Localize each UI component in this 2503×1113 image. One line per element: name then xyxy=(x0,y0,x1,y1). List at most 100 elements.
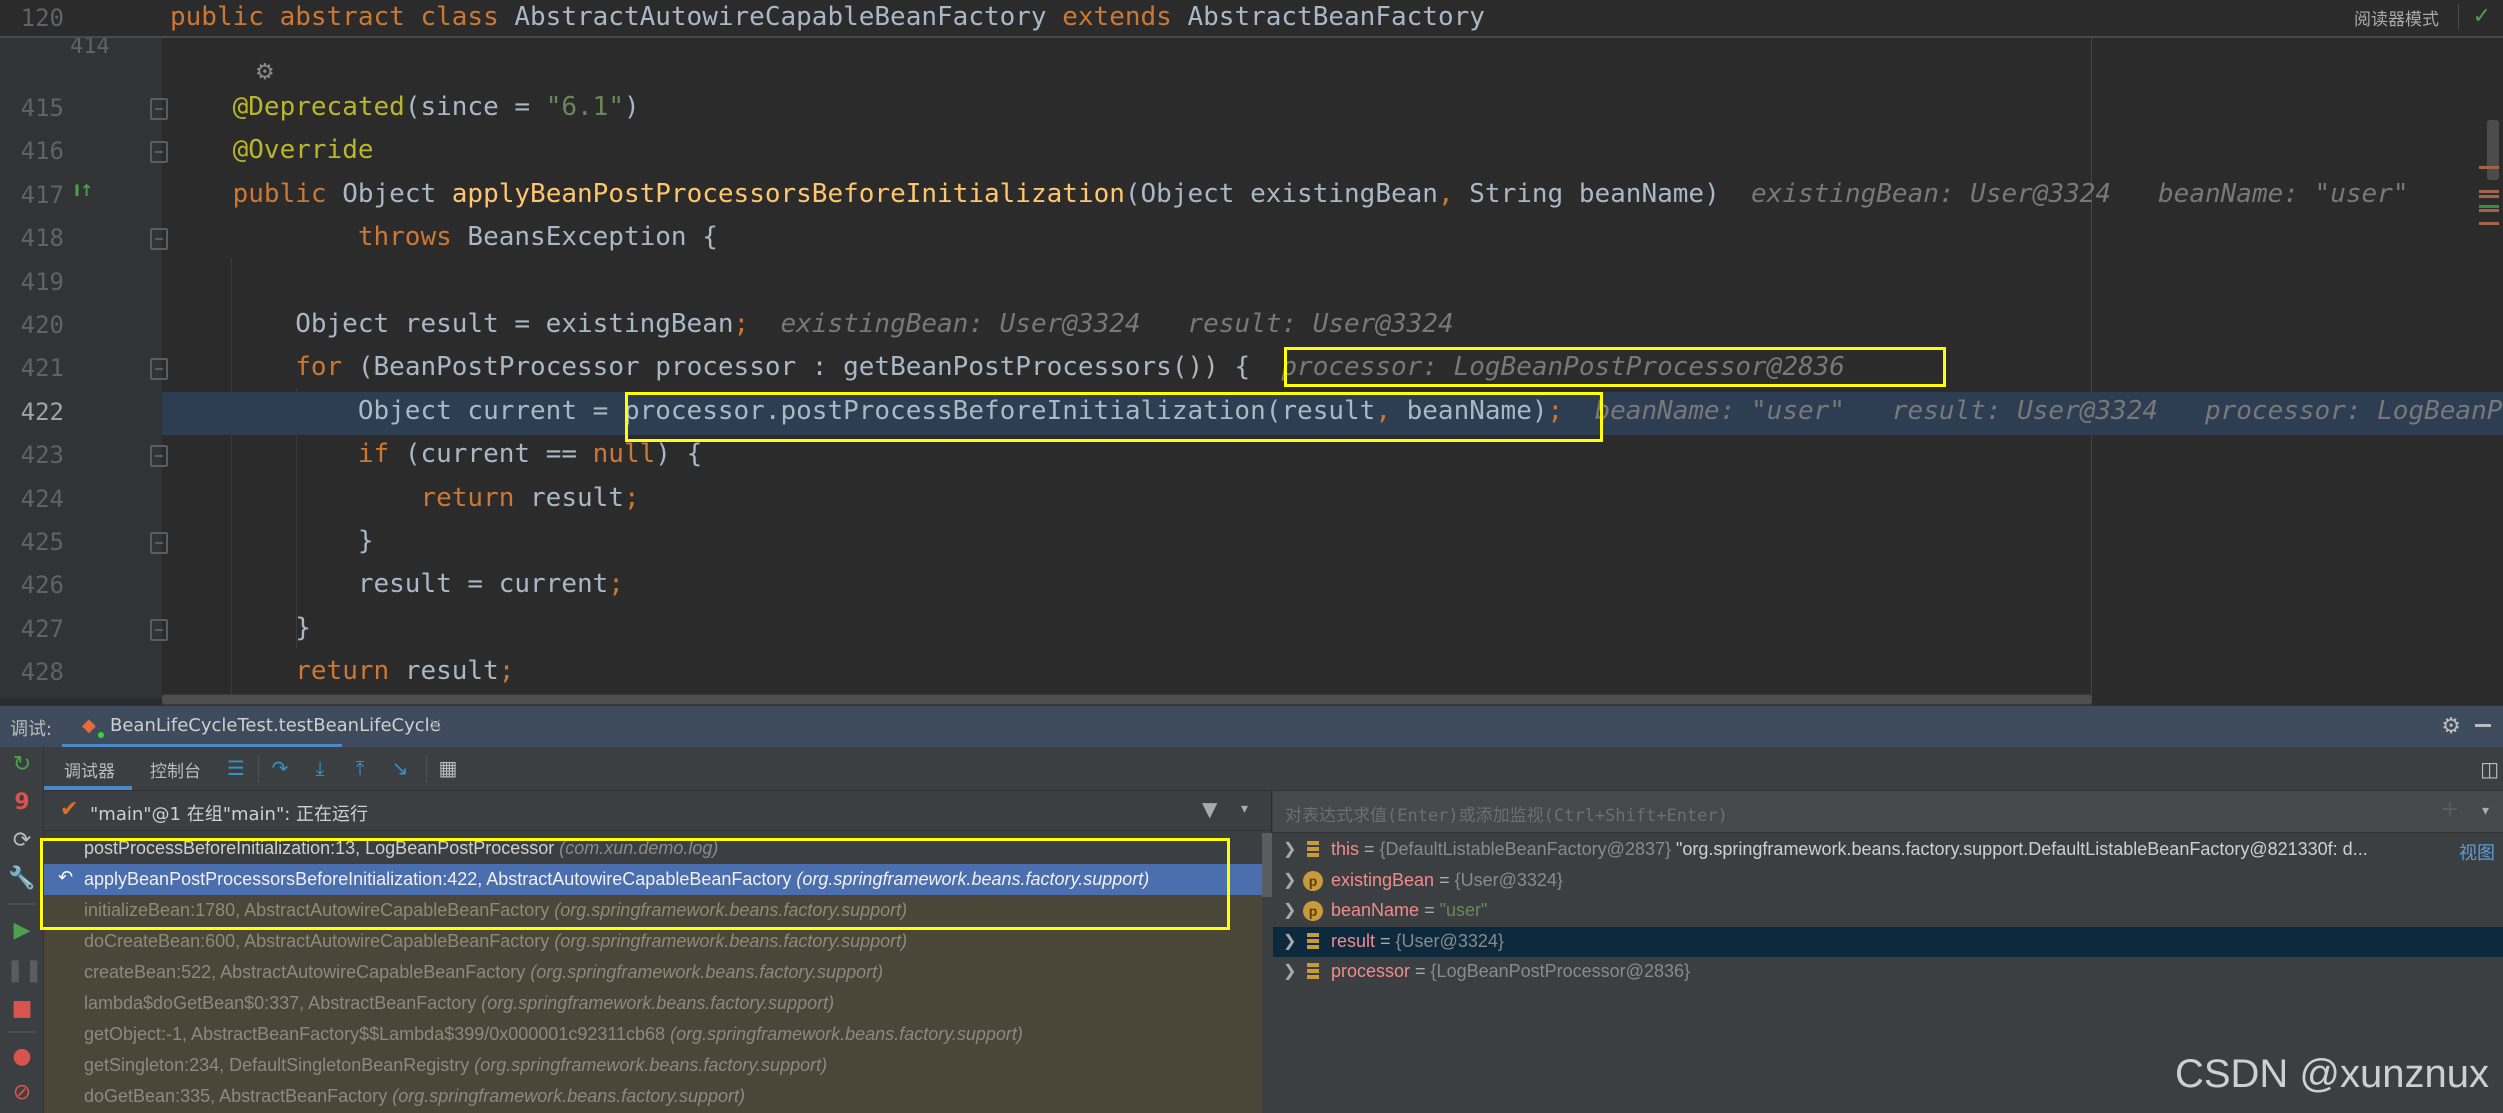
line-number[interactable]: 419 xyxy=(0,268,110,296)
line-number[interactable]: 428 xyxy=(0,658,110,686)
restore-layout-icon[interactable]: ⟳ xyxy=(6,825,38,857)
tab-console[interactable]: 控制台 xyxy=(150,757,201,782)
mute-breakpoints-icon[interactable]: ⊘ xyxy=(6,1077,38,1109)
add-watch-icon[interactable]: + xyxy=(2441,797,2459,822)
line-number[interactable]: 416 xyxy=(0,137,110,165)
rerun-failed-icon[interactable]: 9 xyxy=(6,787,38,819)
view-breakpoints-icon[interactable]: ● xyxy=(6,1041,38,1073)
implements-gutter-icon[interactable]: I↑ xyxy=(74,181,93,200)
horizontal-scrollbar[interactable] xyxy=(162,694,2092,705)
chevron-right-icon[interactable]: ❯ xyxy=(1283,961,1296,981)
stack-frame[interactable]: initializeBean:1780, AbstractAutowireCap… xyxy=(44,895,1262,926)
frames-scrollbar[interactable] xyxy=(1262,833,1272,1113)
line-number[interactable]: 422 xyxy=(0,398,110,426)
evaluate-expression-input[interactable]: 对表达式求值(Enter)或添加监视(Ctrl+Shift+Enter) + ▾ xyxy=(1273,791,2503,833)
line-number[interactable]: 426 xyxy=(0,571,110,599)
line-number[interactable]: 421 xyxy=(0,354,110,382)
error-stripe-mark[interactable] xyxy=(2479,166,2499,169)
code-line[interactable]: 426 result = current; xyxy=(0,565,2503,608)
view-link[interactable]: 视图 xyxy=(2459,839,2495,865)
code-line[interactable]: 421 for (BeanPostProcessor processor : g… xyxy=(0,348,2503,391)
code-vision-icon[interactable]: ⚙ xyxy=(255,60,275,85)
scrollbar-thumb[interactable] xyxy=(1262,833,1272,897)
tab-debugger[interactable]: 调试器 xyxy=(64,757,115,782)
chevron-right-icon[interactable]: ❯ xyxy=(1283,839,1296,859)
run-to-cursor-icon[interactable]: ↘ xyxy=(386,754,414,782)
rerun-icon[interactable]: ↻ xyxy=(6,749,38,781)
code-line[interactable]: 425 } xyxy=(0,522,2503,565)
stack-frame[interactable]: createBean:522, AbstractAutowireCapableB… xyxy=(44,957,1262,988)
code-line[interactable]: 416 @Override xyxy=(0,131,2503,174)
line-number[interactable]: 417 xyxy=(0,181,110,209)
evaluate-expression-icon[interactable]: ▦ xyxy=(434,754,462,782)
variable-row[interactable]: ❯ processor = {LogBeanPostProcessor@2836} xyxy=(1273,957,2503,987)
vertical-scrollbar[interactable] xyxy=(2487,120,2499,180)
inspection-ok-icon[interactable]: ✓ xyxy=(2473,4,2491,29)
code-line[interactable]: 419 xyxy=(0,262,2503,305)
code-editor[interactable]: 414 ⚙ 120 public abstract class Abstract… xyxy=(0,0,2503,705)
step-out-icon[interactable]: ⤒ xyxy=(346,754,374,782)
code-line[interactable]: 428 return result; xyxy=(0,652,2503,695)
scrollbar-thumb[interactable] xyxy=(162,695,2092,704)
error-stripe-mark[interactable] xyxy=(2479,209,2499,212)
chevron-right-icon[interactable]: ❯ xyxy=(1283,931,1296,951)
code-line[interactable]: 422 Object current = processor.postProce… xyxy=(0,391,2503,435)
line-number[interactable]: 418 xyxy=(0,224,110,252)
error-stripe-mark[interactable] xyxy=(2479,190,2499,193)
variable-row[interactable]: ❯ p beanName = "user" xyxy=(1273,896,2503,926)
step-over-icon[interactable]: ↷ xyxy=(266,754,294,782)
stack-frame[interactable]: lambda$doGetBean$0:337, AbstractBeanFact… xyxy=(44,988,1262,1019)
stack-frame[interactable]: doGetBean:335, AbstractBeanFactory (org.… xyxy=(44,1081,1262,1112)
chevron-right-icon[interactable]: ❯ xyxy=(1283,870,1296,890)
code-line[interactable]: 415 @Deprecated(since = "6.1") xyxy=(0,88,2503,131)
error-stripe-mark[interactable] xyxy=(2479,195,2499,198)
chevron-down-icon[interactable]: ▾ xyxy=(1241,801,1248,817)
variable-row[interactable]: ❯ result = {User@3324} xyxy=(1273,926,2503,957)
fold-toggle-icon[interactable] xyxy=(150,618,168,641)
resume-icon[interactable]: ▶ xyxy=(6,915,38,947)
fold-toggle-icon[interactable] xyxy=(150,532,168,554)
code-line[interactable]: 424 return result; xyxy=(0,479,2503,522)
filter-icon[interactable]: ▼ xyxy=(1202,797,1217,821)
minimize-icon[interactable] xyxy=(2475,724,2491,727)
sticky-header-line[interactable]: 120 public abstract class AbstractAutowi… xyxy=(0,0,2503,38)
code-line[interactable]: 423 if (current == null) { xyxy=(0,435,2503,478)
close-tab-icon[interactable]: × xyxy=(428,714,443,735)
step-into-icon[interactable]: ⤓ xyxy=(306,754,334,782)
stop-icon[interactable]: ■ xyxy=(6,993,38,1025)
stack-frame[interactable]: ↶ applyBeanPostProcessorsBeforeInitializa… xyxy=(44,864,1262,895)
fold-toggle-icon[interactable] xyxy=(150,228,168,251)
pause-icon[interactable]: ❚❚ xyxy=(6,955,43,987)
stack-frame[interactable]: getSingleton:234, DefaultSingletonBeanRe… xyxy=(44,1050,1262,1081)
code-line[interactable]: 427 } xyxy=(0,609,2503,652)
line-number[interactable]: 420 xyxy=(0,311,110,339)
layout-settings-icon[interactable]: ◫ xyxy=(2480,757,2499,781)
code-line[interactable]: 420 Object result = existingBean; existi… xyxy=(0,305,2503,348)
fold-toggle-icon[interactable] xyxy=(150,358,168,381)
line-number[interactable]: 425 xyxy=(0,528,110,556)
stack-frame[interactable]: postProcessBeforeInitialization:13, LogB… xyxy=(44,833,1262,864)
thread-selector[interactable]: ✔ "main"@1 在组"main": 正在运行 ▼ ▾ xyxy=(44,791,1272,831)
wrench-icon[interactable]: 🔧 xyxy=(6,863,38,895)
code-line[interactable]: 418 throws BeansException { xyxy=(0,218,2503,261)
chevron-down-icon[interactable]: ▾ xyxy=(2482,803,2489,819)
reader-mode-toggle[interactable]: 阅读器模式 xyxy=(2354,5,2439,30)
show-execution-point-icon[interactable]: ☰ xyxy=(222,754,250,782)
drop-frame-icon[interactable]: ↶ xyxy=(58,867,73,888)
line-number[interactable]: 423 xyxy=(0,441,110,469)
line-number[interactable]: 415 xyxy=(0,94,110,122)
variable-row[interactable]: ❯ p existingBean = {User@3324} xyxy=(1273,866,2503,896)
fold-toggle-icon[interactable] xyxy=(150,98,168,120)
line-number[interactable]: 424 xyxy=(0,485,110,513)
gear-icon[interactable]: ⚙ xyxy=(2441,714,2461,739)
chevron-right-icon[interactable]: ❯ xyxy=(1283,900,1296,920)
stack-frame[interactable]: doCreateBean:600, AbstractAutowireCapabl… xyxy=(44,926,1262,957)
fold-toggle-icon[interactable] xyxy=(150,141,168,164)
variable-row[interactable]: ❯ this = {DefaultListableBeanFactory@2837… xyxy=(1273,835,2503,865)
code-line[interactable]: 417 I↑ public Object applyBeanPostProcess… xyxy=(0,175,2503,218)
tab-debug-session[interactable]: ◆ BeanLifeCycleTest.testBeanLifeCycle × xyxy=(62,706,452,748)
stack-frame[interactable]: getObject:-1, AbstractBeanFactory$$Lambd… xyxy=(44,1019,1262,1050)
fold-toggle-icon[interactable] xyxy=(150,445,168,468)
error-stripe-mark[interactable] xyxy=(2479,222,2499,225)
line-number[interactable]: 427 xyxy=(0,615,110,643)
